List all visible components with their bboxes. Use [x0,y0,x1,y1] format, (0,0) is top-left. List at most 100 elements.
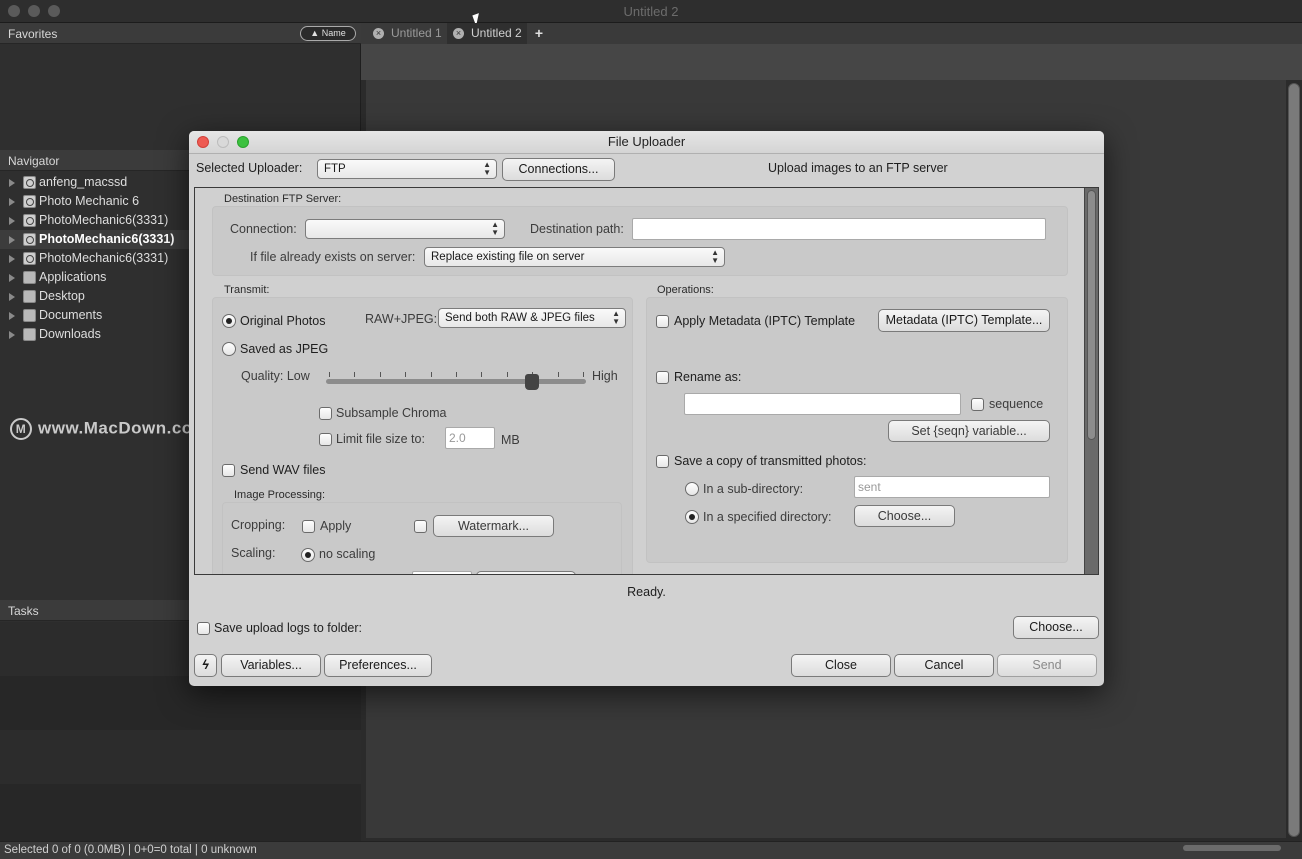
file-exists-select-value: Replace existing file on server [431,251,585,263]
slider-tick [481,372,483,377]
folder-icon [23,309,36,322]
upload-status: Ready. [627,585,666,599]
quality-slider-track[interactable] [326,379,586,384]
no-scaling-radio[interactable] [301,548,315,562]
close-tab-icon[interactable]: × [453,28,464,39]
metadata-template-button[interactable]: Metadata (IPTC) Template... [878,309,1050,332]
operations-group-label: Operations: [657,284,714,296]
sort-by-name-button[interactable]: ▲ Name [300,26,356,41]
slider-tick [329,372,330,377]
variables-button[interactable]: Variables... [221,654,321,677]
dialog-scrollbar-thumb[interactable] [1087,190,1096,440]
slider-tick [354,372,356,377]
disclosure-triangle-icon[interactable] [9,255,15,263]
save-logs-checkbox[interactable] [197,622,210,635]
set-seqn-variable-button[interactable]: Set {seqn} variable... [888,420,1050,442]
dialog-zoom-button[interactable] [237,136,249,148]
horizontal-scrollbar[interactable] [1183,845,1281,851]
watermark-button[interactable]: Watermark... [433,515,554,537]
quality-high-label: High [592,369,618,383]
uploader-select[interactable]: FTP ▲ ▼ [317,159,497,179]
file-uploader-dialog: File Uploader Selected Uploader: FTP ▲ ▼ … [189,131,1104,686]
sub-directory-input[interactable]: sent [854,476,1050,498]
rename-as-checkbox[interactable] [656,371,669,384]
raw-jpeg-select[interactable]: Send both RAW & JPEG files ▲ ▼ [438,308,626,328]
limit-file-size-checkbox[interactable] [319,433,332,446]
content-toolbar [361,44,1302,80]
image-processing-group-label: Image Processing: [234,489,326,501]
dialog-minimize-button[interactable] [217,136,229,148]
save-logs-label: Save upload logs to folder: [214,621,363,635]
disclosure-triangle-icon[interactable] [9,198,15,206]
cropping-apply-checkbox[interactable] [302,520,315,533]
limit-unit-label: MB [501,433,520,447]
image-processing-group [222,502,622,574]
no-scaling-label: no scaling [319,547,376,561]
file-exists-select[interactable]: Replace existing file on server ▲ ▼ [424,247,725,267]
dialog-scrollbar[interactable] [1084,188,1098,574]
disk-image-icon [23,195,36,208]
disclosure-triangle-icon[interactable] [9,293,15,301]
tab-untitled-1[interactable]: × Untitled 1 [367,23,445,44]
close-tab-icon[interactable]: × [373,28,384,39]
preferences-button[interactable]: Preferences... [324,654,432,677]
navigator-item-label: PhotoMechanic6(3331) [39,251,169,265]
specified-directory-radio[interactable] [685,510,699,524]
saved-as-jpeg-radio[interactable] [222,342,236,356]
disclosure-triangle-icon[interactable] [9,217,15,225]
sequence-checkbox[interactable] [971,398,984,411]
send-button[interactable]: Send [997,654,1097,677]
apply-metadata-checkbox[interactable] [656,315,669,328]
quality-low-label: Quality: Low [241,369,310,383]
scaling-size-input[interactable] [412,571,472,574]
tasks-row [0,730,361,784]
connections-button[interactable]: Connections... [502,158,615,181]
subsample-chroma-checkbox[interactable] [319,407,332,420]
vertical-scrollbar[interactable] [1288,83,1300,837]
dialog-close-button[interactable] [197,136,209,148]
add-tab-icon[interactable]: + [533,26,545,40]
rename-as-input[interactable] [684,393,961,415]
destination-path-input[interactable] [632,218,1046,240]
lightning-icon[interactable]: ϟ [194,654,217,677]
navigator-item-label: Desktop [39,289,85,303]
favorites-label: Favorites [8,27,58,41]
specified-directory-label: In a specified directory: [703,510,832,524]
save-copy-label: Save a copy of transmitted photos: [674,454,867,468]
navigator-item-label: Downloads [39,327,101,341]
disclosure-triangle-icon[interactable] [9,179,15,187]
window-titlebar: Untitled 2 [0,0,1302,26]
tab-untitled-2[interactable]: × Untitled 2 [447,23,527,44]
navigator-item-label: Photo Mechanic 6 [39,194,140,208]
send-wav-checkbox[interactable] [222,464,235,477]
logs-choose-button[interactable]: Choose... [1013,616,1099,639]
navigator-item-label: anfeng_macssd [39,175,128,189]
sub-directory-label: In a sub-directory: [703,482,804,496]
specified-directory-choose-button[interactable]: Choose... [854,505,955,527]
destination-path-label: Destination path: [530,222,624,236]
limit-file-size-input[interactable]: 2.0 [445,427,495,449]
updown-arrows-icon: ▲ ▼ [483,160,491,177]
scaling-options-button[interactable] [476,571,576,574]
disclosure-triangle-icon[interactable] [9,236,15,244]
folder-icon [23,328,36,341]
status-text: Selected 0 of 0 (0.0MB) | 0+0=0 total | … [4,844,257,856]
uploader-description: Upload images to an FTP server [768,161,948,175]
save-copy-checkbox[interactable] [656,455,669,468]
disclosure-triangle-icon[interactable] [9,274,15,282]
close-button[interactable]: Close [791,654,891,677]
watermark-text: www.MacDown.com [38,418,209,438]
connection-select[interactable]: ▲ ▼ [305,219,505,239]
raw-jpeg-select-value: Send both RAW & JPEG files [445,312,595,324]
raw-jpeg-label: RAW+JPEG: [365,312,438,326]
sub-directory-radio[interactable] [685,482,699,496]
watermark-checkbox[interactable] [414,520,427,533]
disclosure-triangle-icon[interactable] [9,331,15,339]
favorites-header: Favorites ▲ Name [0,23,361,44]
navigator-item-label: Documents [39,308,103,322]
original-photos-radio[interactable] [222,314,236,328]
cancel-button[interactable]: Cancel [894,654,994,677]
quality-slider-thumb[interactable] [525,374,540,390]
disclosure-triangle-icon[interactable] [9,312,15,320]
navigator-item-label: Applications [39,270,107,284]
